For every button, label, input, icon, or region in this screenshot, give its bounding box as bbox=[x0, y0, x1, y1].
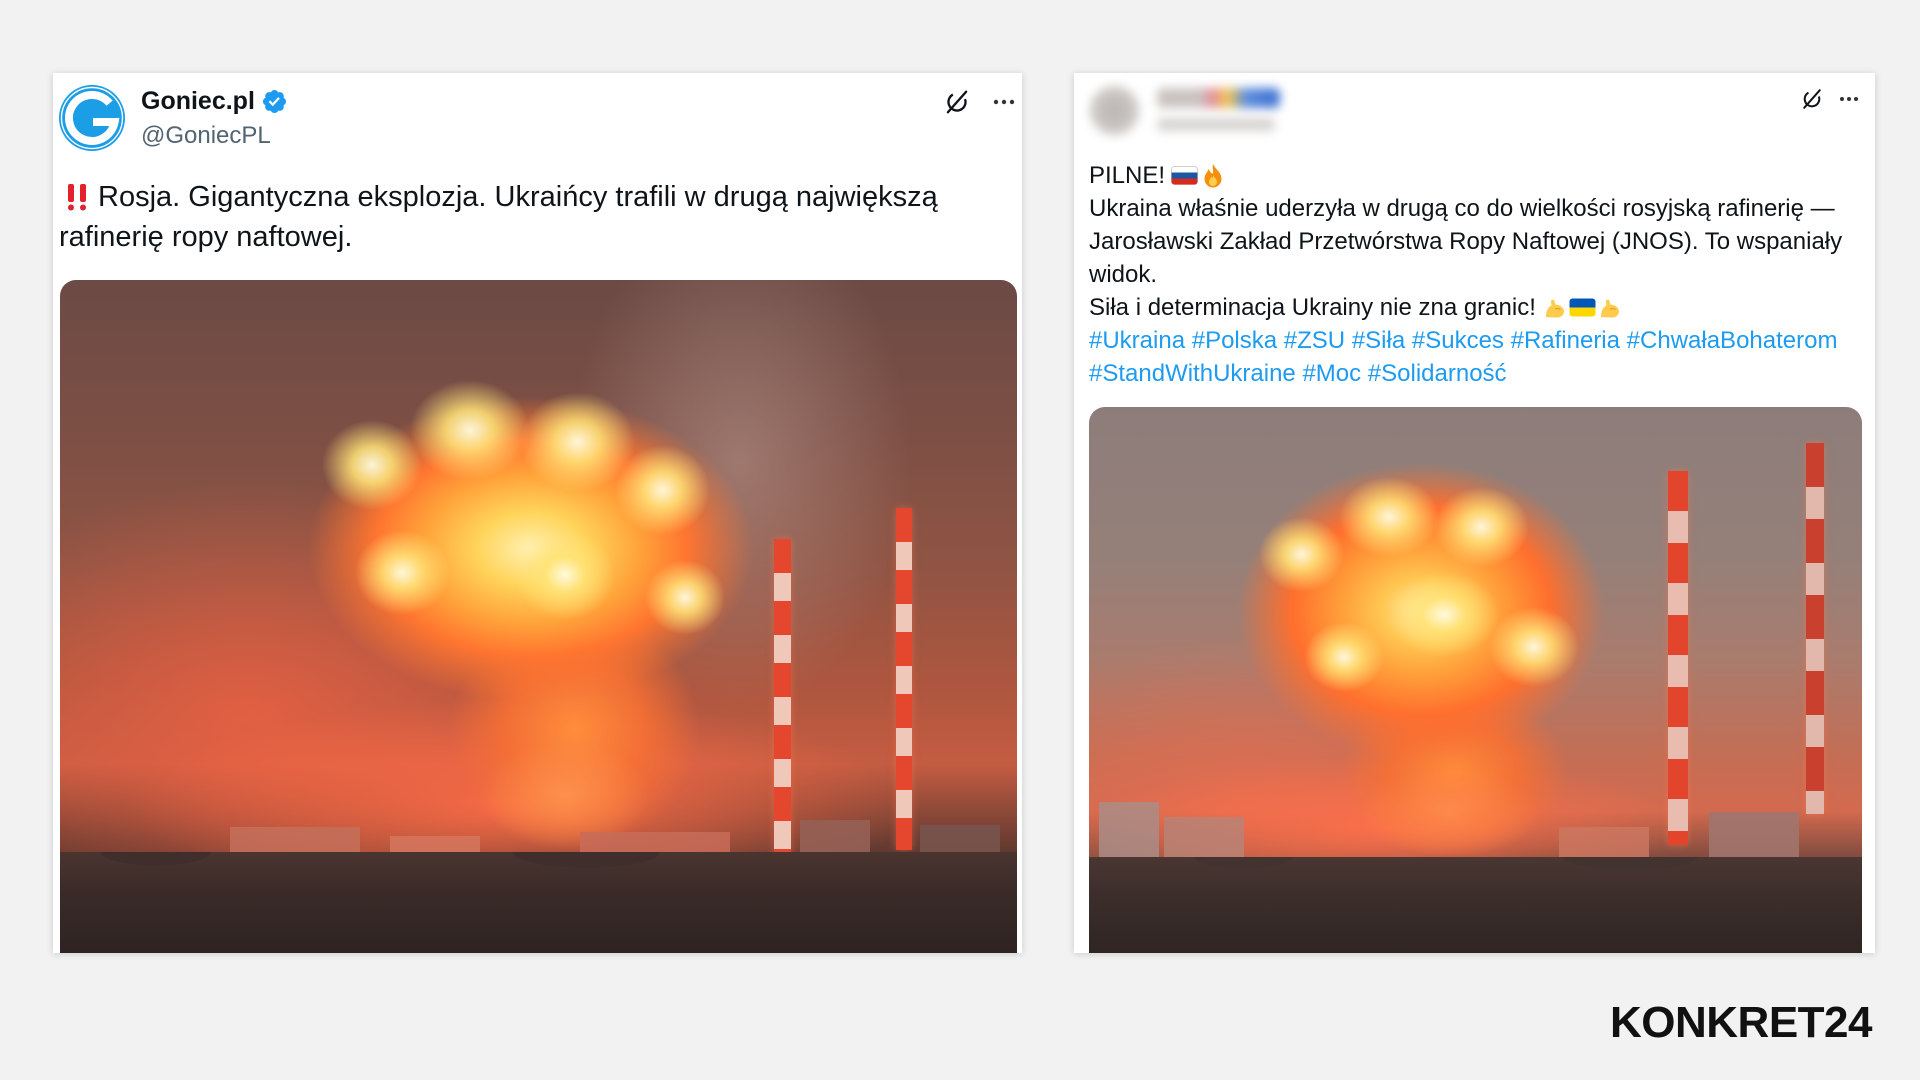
post-closing: Siła i determinacja Ukrainy nie zna gran… bbox=[1089, 294, 1536, 321]
author-name-row: Goniec.pl bbox=[141, 86, 288, 116]
hashtag-link[interactable]: #ZSU bbox=[1284, 327, 1345, 354]
post-text-line: Jarosławski Zakład Przetwórstwa Ropy Naf… bbox=[1089, 225, 1842, 258]
grok-button[interactable] bbox=[1800, 87, 1824, 111]
blurred-author-handle bbox=[1157, 118, 1275, 131]
smokestack bbox=[896, 508, 912, 850]
fire-icon bbox=[1201, 163, 1225, 189]
more-options-button[interactable] bbox=[1837, 89, 1861, 109]
more-icon bbox=[1840, 97, 1858, 101]
hashtag-link[interactable]: #Siła bbox=[1352, 327, 1405, 354]
double-exclamation-icon bbox=[66, 182, 90, 212]
fireball-bright-spot bbox=[1304, 622, 1384, 692]
goniec-logo-icon bbox=[59, 85, 125, 151]
verified-badge-icon bbox=[262, 89, 286, 113]
hashtag-link[interactable]: #Solidarność bbox=[1368, 360, 1507, 387]
fireball-bright-spot bbox=[1489, 607, 1579, 687]
hashtag-link[interactable]: #Sukces bbox=[1412, 327, 1504, 354]
hashtag-link[interactable]: #Ukraina bbox=[1089, 327, 1185, 354]
flag-russia-icon bbox=[1171, 166, 1199, 185]
smokestack bbox=[774, 539, 791, 857]
smokestack bbox=[1806, 443, 1824, 814]
industrial-building bbox=[1099, 802, 1159, 857]
hashtag-link[interactable]: #Moc bbox=[1302, 360, 1361, 387]
post-text-line: widok. bbox=[1089, 258, 1842, 291]
post-text-line-1: Rosja. Gigantyczna eksplozja. Ukraińcy t… bbox=[98, 181, 938, 213]
post-text: Rosja. Gigantyczna eksplozja. Ukraińcy t… bbox=[59, 177, 938, 257]
more-icon bbox=[993, 99, 1015, 105]
fireball-bright-spot bbox=[1339, 477, 1439, 557]
author-name[interactable]: Goniec.pl bbox=[141, 86, 255, 116]
post-text-line: Rosja. Gigantyczna eksplozja. Ukraińcy t… bbox=[59, 177, 938, 217]
hashtag-link[interactable]: #Rafineria bbox=[1511, 327, 1620, 354]
post-text-line-2: rafinerię ropy naftowej. bbox=[59, 221, 353, 253]
industrial-building bbox=[1559, 827, 1649, 857]
grok-icon bbox=[1803, 89, 1821, 109]
fireball-bright-spot bbox=[1434, 487, 1529, 567]
post-text: PILNE! Ukraina właśnie uderzyła w drugą … bbox=[1089, 159, 1842, 390]
fireball-bright-spot bbox=[1259, 517, 1344, 592]
smokestack bbox=[1668, 471, 1688, 845]
post-video-thumbnail[interactable] bbox=[1089, 407, 1862, 953]
more-options-button[interactable] bbox=[990, 90, 1018, 114]
konkret24-logo: KONKRET24 bbox=[1610, 998, 1873, 1047]
post-text-line: Ukraina właśnie uderzyła w drugą co do w… bbox=[1089, 192, 1842, 225]
post-card-goniec: Goniec.pl @GoniecPL Rosja. Gigantyczna e… bbox=[53, 73, 1022, 953]
fireball-bright-spot bbox=[355, 530, 450, 615]
flexed-biceps-icon bbox=[1598, 296, 1622, 320]
fireball-bright-spot bbox=[410, 380, 530, 480]
fireball-bright-spot bbox=[615, 445, 710, 535]
foreground-ground bbox=[60, 852, 1017, 953]
hashtag-line: #StandWithUkraine #Moc #Solidarność bbox=[1089, 357, 1842, 390]
fireball-bright-spot bbox=[322, 420, 422, 510]
post-text-closing-line: Siła i determinacja Ukrainy nie zna gran… bbox=[1089, 291, 1842, 324]
hashtag-line: #Ukraina #Polska #ZSU #Siła #Sukces #Raf… bbox=[1089, 324, 1842, 357]
foreground-ground bbox=[1089, 857, 1862, 953]
fireball-bright-spot bbox=[645, 560, 725, 635]
post-video-thumbnail[interactable] bbox=[60, 280, 1017, 953]
stem-lower-fire bbox=[1359, 767, 1539, 857]
fireball-bright-spot bbox=[515, 530, 615, 620]
post-heading: PILNE! bbox=[1089, 162, 1166, 189]
hashtag-link[interactable]: #Polska bbox=[1192, 327, 1277, 354]
post-text-line-2: Jarosławski Zakład Przetwórstwa Ropy Naf… bbox=[1089, 228, 1843, 255]
post-text-line-3: widok. bbox=[1089, 261, 1158, 288]
post-card-anonymous: PILNE! Ukraina właśnie uderzyła w drugą … bbox=[1074, 73, 1875, 953]
author-handle[interactable]: @GoniecPL bbox=[141, 122, 271, 150]
industrial-building bbox=[1164, 817, 1244, 857]
grok-button[interactable] bbox=[943, 88, 971, 116]
post-text-heading-line: PILNE! bbox=[1089, 159, 1842, 192]
flag-ukraine-icon bbox=[1569, 298, 1596, 317]
post-text-line: rafinerię ropy naftowej. bbox=[59, 217, 938, 257]
hashtag-link[interactable]: #StandWithUkraine bbox=[1089, 360, 1296, 387]
fireball-bright-spot bbox=[1389, 572, 1499, 657]
hashtag-link[interactable]: #ChwałaBohaterom bbox=[1627, 327, 1838, 354]
flexed-biceps-icon bbox=[1543, 296, 1567, 320]
post-text-line-1: Ukraina właśnie uderzyła w drugą co do w… bbox=[1089, 195, 1835, 222]
blurred-avatar bbox=[1090, 86, 1139, 135]
industrial-building bbox=[1709, 812, 1799, 857]
grok-icon bbox=[946, 90, 968, 114]
avatar[interactable] bbox=[58, 84, 126, 152]
blurred-author-name bbox=[1157, 88, 1280, 108]
